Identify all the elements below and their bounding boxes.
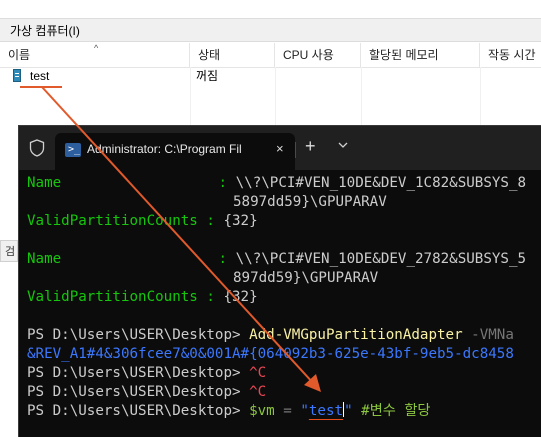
prompt: PS D:\Users\USER\Desktop>: [27, 384, 250, 400]
terminal-tab-bar: >_ Administrator: C:\Program Fil × +: [19, 126, 541, 170]
string-literal: test: [308, 403, 344, 419]
interrupt-text: ^C: [249, 384, 267, 400]
vm-state: 꺼짐: [196, 69, 219, 83]
console-line: 897dd59}\GPUPARAV: [233, 270, 379, 286]
string-quote: ": [300, 403, 309, 419]
prompt: PS D:\Users\USER\Desktop>: [27, 327, 250, 343]
console-line: PS D:\Users\USER\Desktop> Add-VMGpuParti…: [27, 326, 514, 345]
variable: $vm: [249, 403, 275, 419]
lower-pane-tab[interactable]: 검: [0, 240, 18, 262]
vm-list-header: 이름 ^ 상태 CPU 사용 할당된 메모리 작동 시간: [0, 43, 541, 68]
virtual-machine-icon: [13, 69, 21, 82]
terminal-console[interactable]: Name : \\?\PCI#VEN_10DE&DEV_1C82&SUBSYS_…: [19, 170, 541, 437]
property-value: : \\?\PCI#VEN_10DE&DEV_2782&SUBSYS_5: [210, 250, 527, 269]
property-value-text: \\?\PCI#VEN_10DE&DEV_2782&SUBSYS_5: [235, 251, 527, 267]
console-line: Name : \\?\PCI#VEN_10DE&DEV_2782&SUBSYS_…: [27, 250, 526, 269]
shield-icon: [29, 139, 45, 157]
close-tab-icon[interactable]: ×: [276, 141, 284, 156]
tab-title: Administrator: C:\Program Fil: [87, 142, 242, 156]
property-separator: :: [210, 251, 236, 267]
column-cpu-usage[interactable]: CPU 사용: [275, 43, 361, 67]
console-line: 5897dd59}\GPUPARAV: [233, 194, 387, 210]
tab-divider: [295, 142, 296, 158]
console-line: PS D:\Users\USER\Desktop> ^C: [27, 364, 266, 383]
terminal-window: >_ Administrator: C:\Program Fil × + Nam…: [18, 125, 541, 437]
console-line-current: PS D:\Users\USER\Desktop> $vm = "test" #…: [27, 402, 430, 421]
virtual-machines-title: 가상 컴퓨터(I): [0, 18, 541, 42]
property-value-text: \\?\PCI#VEN_10DE&DEV_1C82&SUBSYS_8: [235, 175, 527, 191]
console-line: ValidPartitionCounts : {32}: [27, 288, 258, 307]
new-tab-button[interactable]: +: [305, 136, 316, 156]
operator: =: [274, 403, 301, 419]
cmdlet-parameter: -VMNa: [462, 327, 514, 343]
terminal-tab[interactable]: >_ Administrator: C:\Program Fil ×: [55, 133, 295, 170]
property-label: Name: [27, 251, 62, 267]
console-line: PS D:\Users\USER\Desktop> ^C: [27, 383, 266, 402]
powershell-icon: >_: [65, 143, 81, 157]
property-separator: :: [197, 289, 224, 305]
property-value-text: {32}: [223, 289, 258, 305]
column-state[interactable]: 상태: [190, 43, 275, 67]
property-value-text: {32}: [223, 213, 258, 229]
console-line: ValidPartitionCounts : {32}: [27, 212, 258, 231]
column-assigned-memory[interactable]: 할당된 메모리: [361, 43, 480, 67]
cmdlet: Add-VMGpuPartitionAdapter: [249, 327, 463, 343]
vm-row-test[interactable]: test 꺼짐: [0, 67, 541, 87]
property-value: : \\?\PCI#VEN_10DE&DEV_1C82&SUBSYS_8: [210, 174, 527, 193]
interrupt-text: ^C: [249, 365, 267, 381]
chevron-down-icon[interactable]: [336, 138, 350, 152]
comment: #변수 할당: [352, 403, 431, 419]
string-quote: ": [344, 403, 353, 419]
property-label: ValidPartitionCounts: [27, 289, 198, 305]
prompt: PS D:\Users\USER\Desktop>: [27, 365, 250, 381]
property-label: Name: [27, 175, 62, 191]
property-separator: :: [197, 213, 224, 229]
console-line: &REV_A1#4&306fcee7&0&001A#{064092b3-625e…: [27, 346, 514, 362]
vm-name: test: [30, 69, 50, 83]
property-separator: :: [210, 175, 236, 191]
prompt: PS D:\Users\USER\Desktop>: [27, 403, 250, 419]
column-uptime[interactable]: 작동 시간: [480, 43, 541, 67]
property-label: ValidPartitionCounts: [27, 213, 198, 229]
console-line: Name : \\?\PCI#VEN_10DE&DEV_1C82&SUBSYS_…: [27, 174, 526, 193]
sort-ascending-icon: ^: [94, 43, 99, 53]
